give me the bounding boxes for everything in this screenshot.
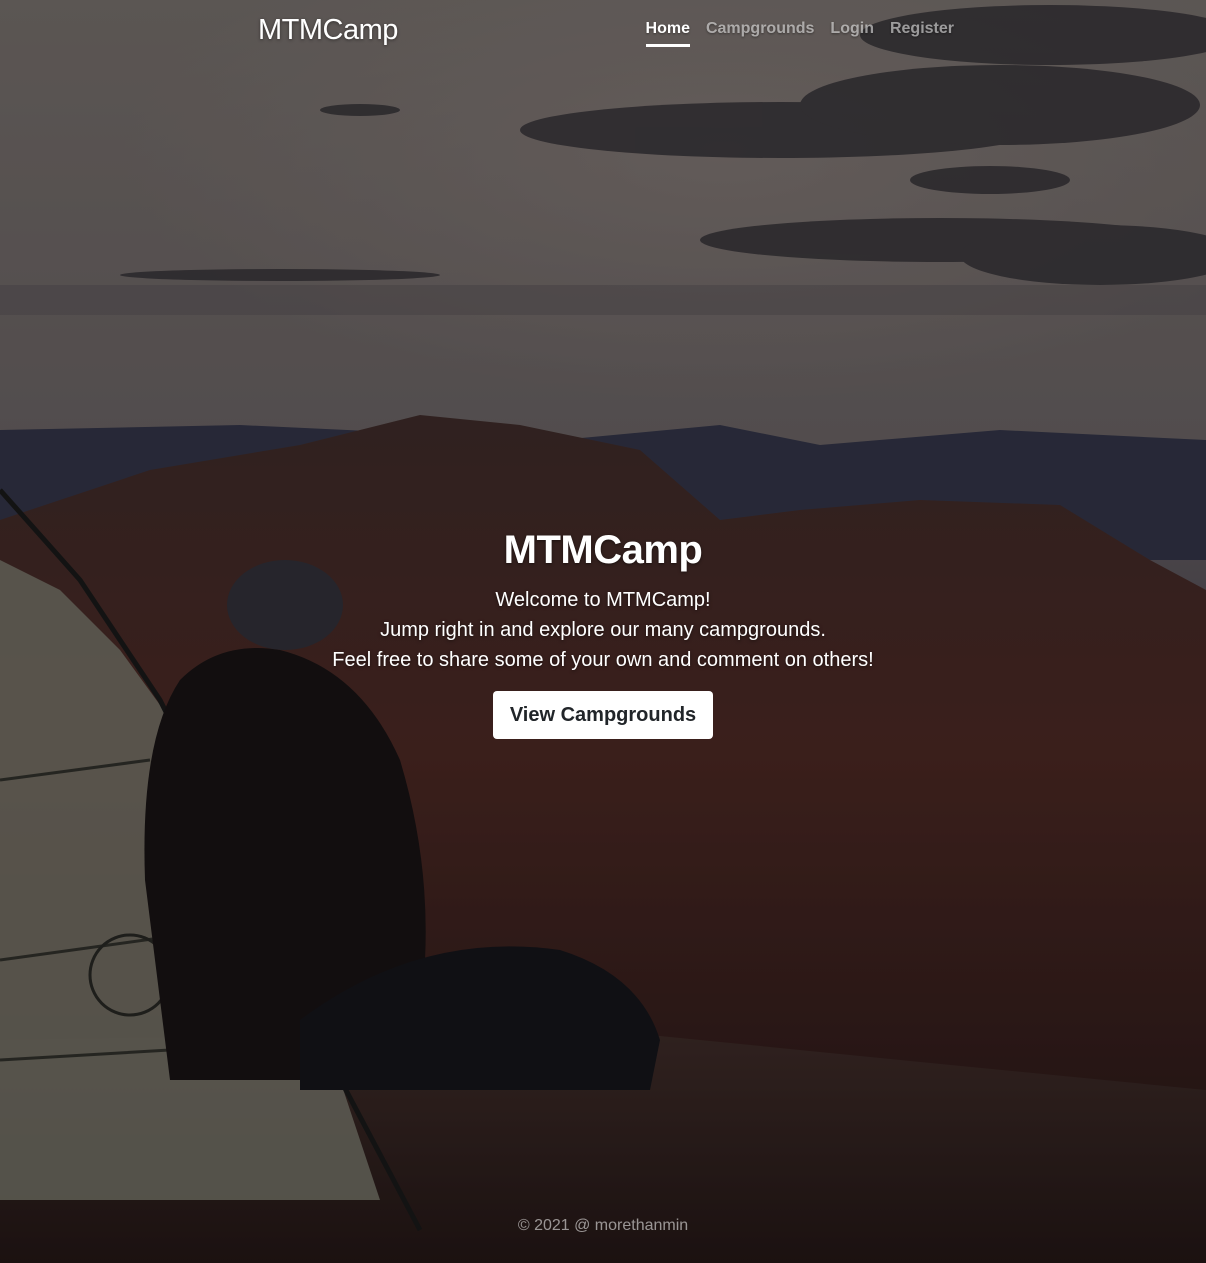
landing-page: MTMCamp Home Campgrounds Login Register … — [0, 0, 1206, 1263]
nav-register[interactable]: Register — [890, 20, 954, 47]
main-nav: Home Campgrounds Login Register — [645, 20, 954, 47]
site-header: MTMCamp Home Campgrounds Login Register — [258, 0, 954, 62]
nav-campgrounds[interactable]: Campgrounds — [706, 20, 814, 47]
hero-welcome-line: Welcome to MTMCamp! — [495, 589, 711, 611]
copyright-text: © 2021 @ morethanmin — [517, 1217, 689, 1234]
brand-logo[interactable]: MTMCamp — [258, 14, 398, 47]
view-campgrounds-button[interactable]: View Campgrounds — [492, 691, 714, 739]
hero-share-line: Feel free to share some of your own and … — [332, 649, 874, 671]
hero-title: MTMCamp — [503, 528, 703, 572]
nav-login[interactable]: Login — [830, 20, 874, 47]
site-footer: © 2021 @ morethanmin — [0, 1217, 1206, 1235]
nav-home[interactable]: Home — [645, 20, 690, 47]
hero-section: MTMCamp Welcome to MTMCamp! Jump right i… — [0, 528, 1206, 739]
hero-explore-line: Jump right in and explore our many campg… — [380, 619, 826, 641]
